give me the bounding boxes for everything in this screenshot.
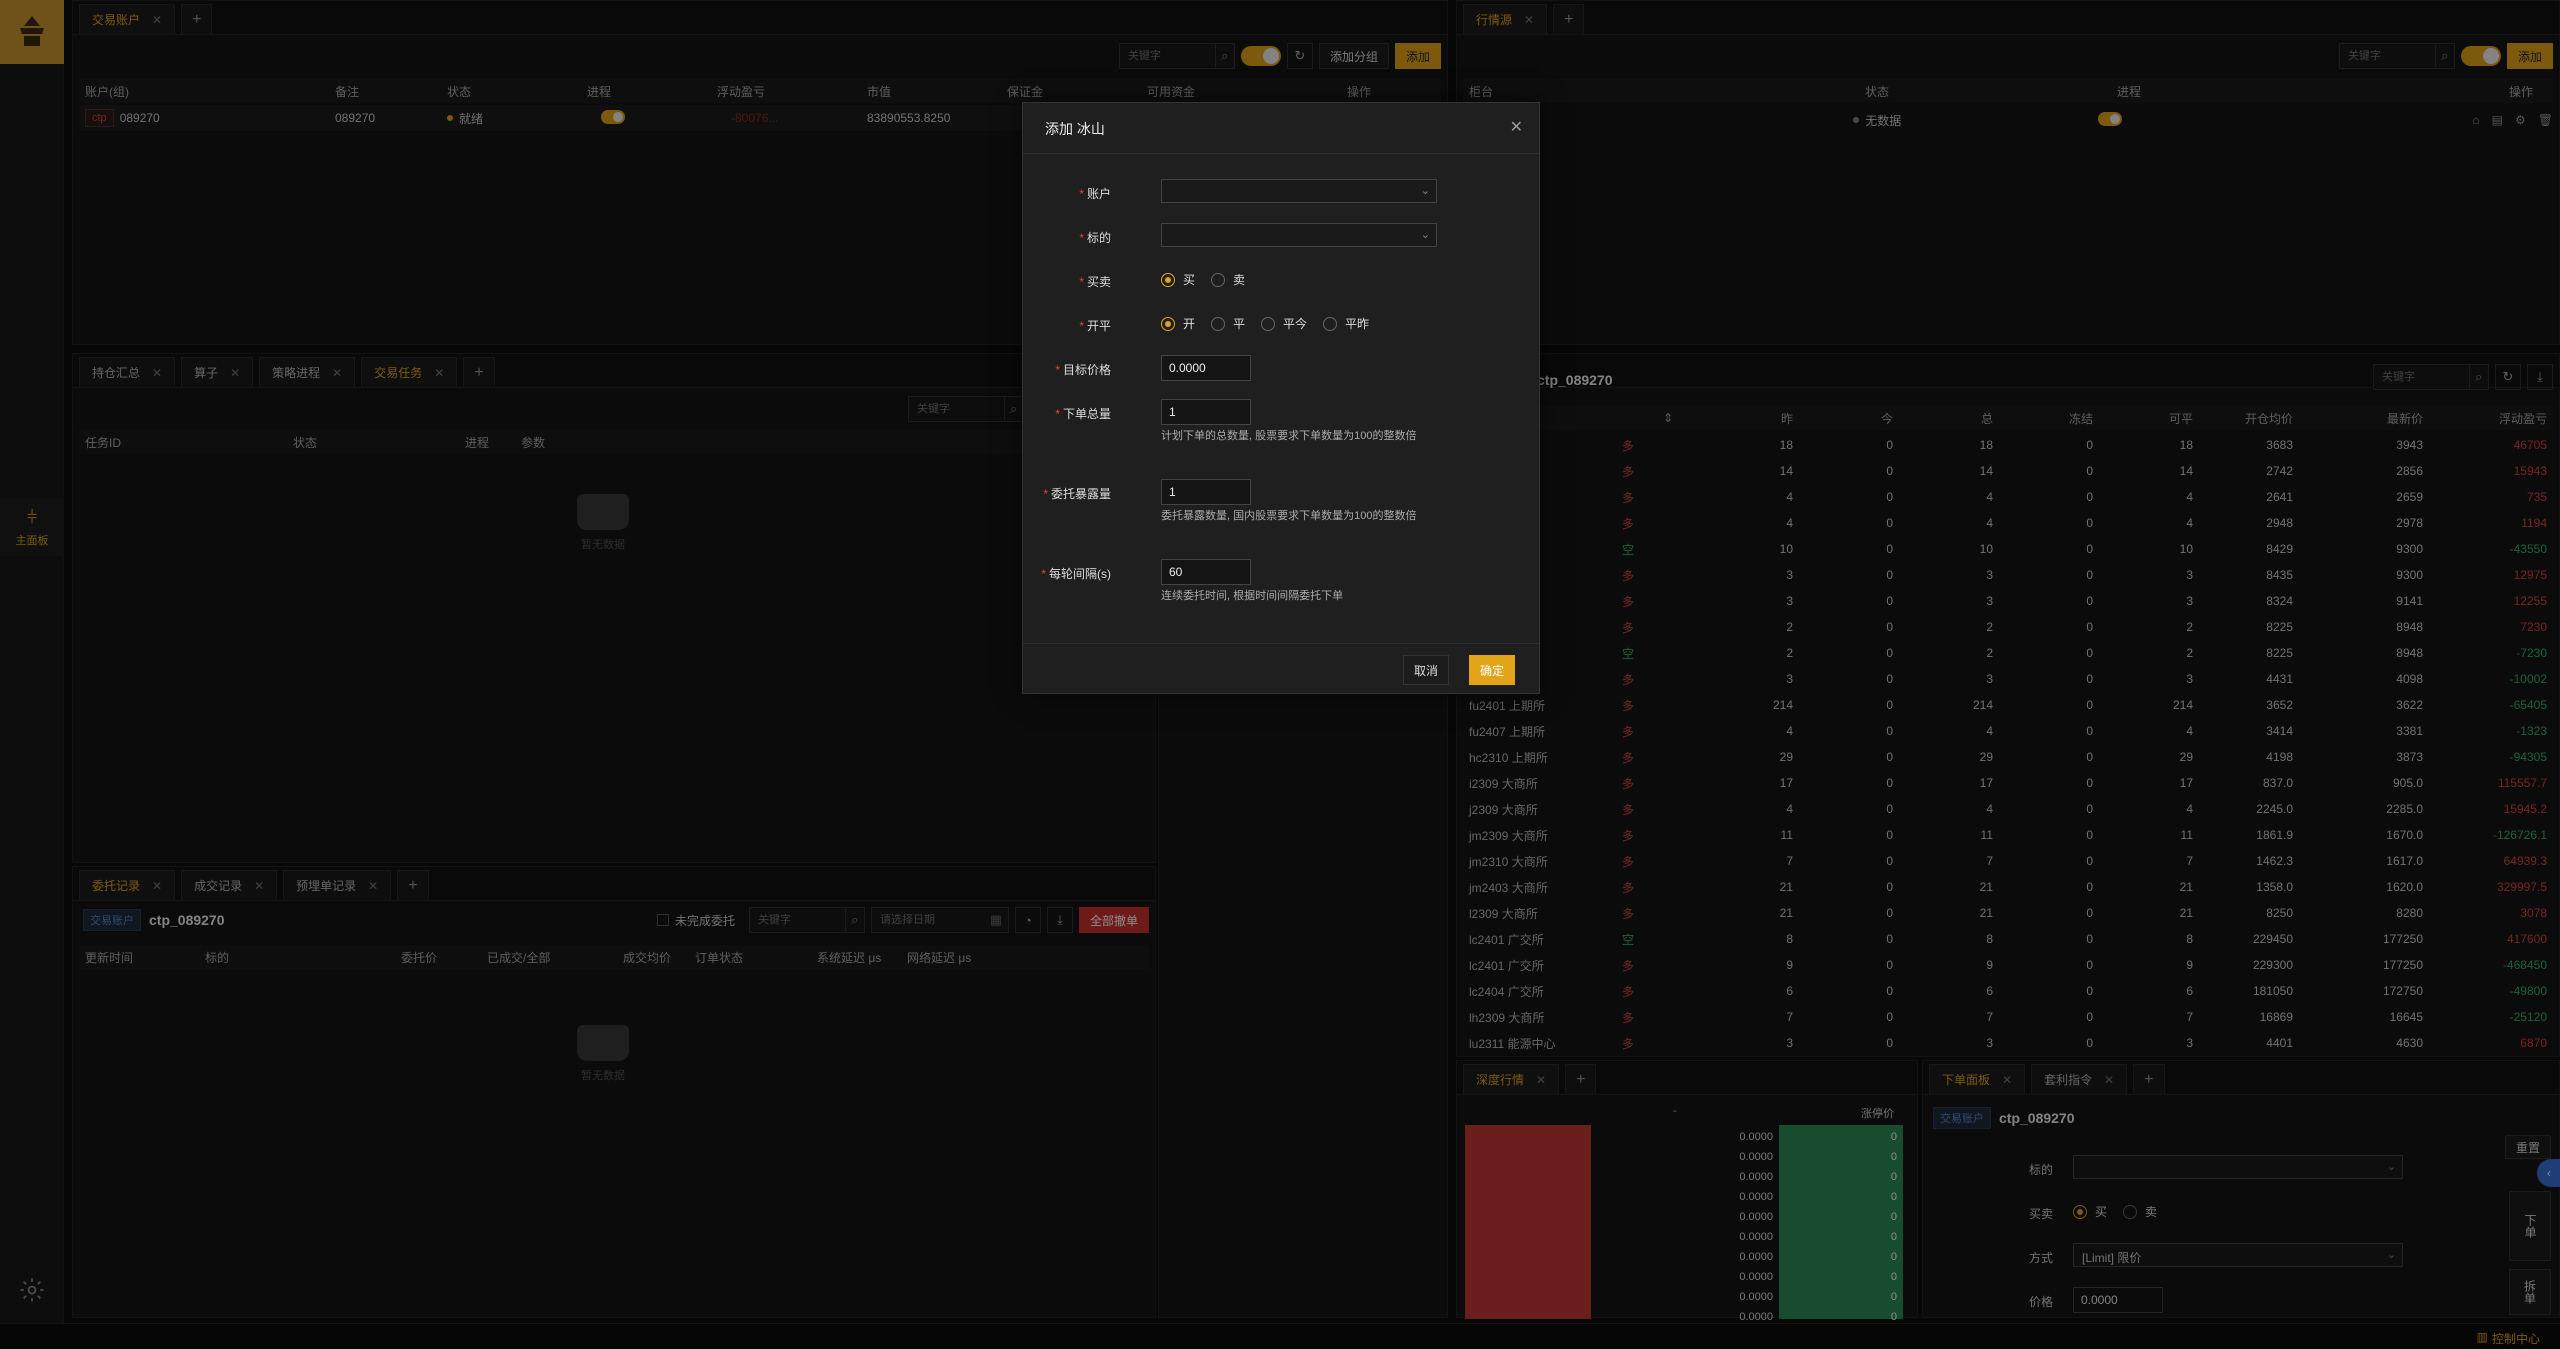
interval-label: * 每轮间隔(s): [1041, 567, 1111, 581]
total-input[interactable]: 1: [1161, 399, 1251, 425]
interval-label-text: 每轮间隔(s): [1049, 567, 1111, 581]
chevron-down-icon: ⌄: [1420, 185, 1430, 197]
close-icon[interactable]: ✕: [1510, 117, 1523, 137]
title-divider: [1023, 153, 1539, 154]
side-label-text: 买卖: [1086, 275, 1111, 289]
total-label: * 下单总量: [1055, 407, 1111, 421]
side-radio-group: 买 卖: [1161, 271, 1261, 288]
radio-dot: [1323, 316, 1338, 331]
target-price-label: * 目标价格: [1055, 363, 1111, 377]
target-price-value: 0.0000: [1169, 361, 1206, 375]
interval-hint: 连续委托时间, 根据时间间隔委托下单: [1161, 590, 1344, 602]
exposed-label: * 委托暴露量: [1043, 487, 1111, 501]
interval-value: 60: [1169, 565, 1183, 579]
cancel-button[interactable]: 取消: [1403, 655, 1450, 685]
sell-radio[interactable]: 卖: [1211, 271, 1245, 288]
buy-label: 买: [1183, 273, 1196, 287]
exposed-hint: 委托暴露数量, 国内股票要求下单数量为100的整数倍: [1161, 510, 1417, 522]
close-radio[interactable]: 平: [1211, 315, 1245, 332]
total-label-text: 下单总量: [1062, 407, 1111, 421]
target-price-input[interactable]: 0.0000: [1161, 355, 1251, 381]
offset-radio-group: 开 平 平今 平昨: [1161, 315, 1385, 332]
total-hint: 计划下单的总数量, 股票要求下单数量为100的整数倍: [1161, 430, 1417, 442]
exposed-input[interactable]: 1: [1161, 479, 1251, 505]
account-label: * 账户: [1079, 187, 1111, 201]
radio-dot: [1211, 316, 1226, 331]
exposed-value: 1: [1169, 485, 1176, 499]
close-today-label: 平今: [1283, 317, 1308, 331]
target-price-label-text: 目标价格: [1062, 363, 1111, 377]
confirm-button[interactable]: 确定: [1469, 655, 1516, 685]
footer-divider: [1023, 643, 1539, 644]
offset-label: * 开平: [1079, 319, 1111, 333]
close-yesterday-radio[interactable]: 平昨: [1323, 315, 1369, 332]
close-today-radio[interactable]: 平今: [1261, 315, 1307, 332]
radio-dot: [1211, 272, 1226, 287]
radio-dot: [1161, 272, 1175, 287]
offset-label-text: 开平: [1086, 319, 1111, 333]
radio-dot: [1161, 316, 1175, 331]
chevron-down-icon: ⌄: [1420, 229, 1430, 241]
interval-input[interactable]: 60: [1161, 559, 1251, 585]
symbol-label: * 标的: [1079, 231, 1111, 245]
exposed-label-text: 委托暴露量: [1050, 487, 1111, 501]
close-label: 平: [1233, 317, 1246, 331]
buy-radio[interactable]: 买: [1161, 271, 1195, 288]
symbol-label-text: 标的: [1086, 231, 1111, 245]
add-iceberg-dialog: 添加 冰山 ✕ * 账户 ⌄ * 标的 ⌄ * 买卖 买 卖 * 开平 开 平 平今 平…: [1022, 102, 1540, 694]
radio-dot: [1261, 316, 1276, 331]
dialog-title: 添加 冰山: [1045, 121, 1105, 137]
side-label: * 买卖: [1079, 275, 1111, 289]
account-label-text: 账户: [1086, 187, 1111, 201]
symbol-select[interactable]: ⌄: [1161, 223, 1437, 247]
total-value: 1: [1169, 405, 1176, 419]
account-select[interactable]: ⌄: [1161, 179, 1437, 203]
open-radio[interactable]: 开: [1161, 315, 1195, 332]
close-yesterday-label: 平昨: [1345, 317, 1370, 331]
sell-label: 卖: [1233, 273, 1246, 287]
open-label: 开: [1183, 317, 1196, 331]
